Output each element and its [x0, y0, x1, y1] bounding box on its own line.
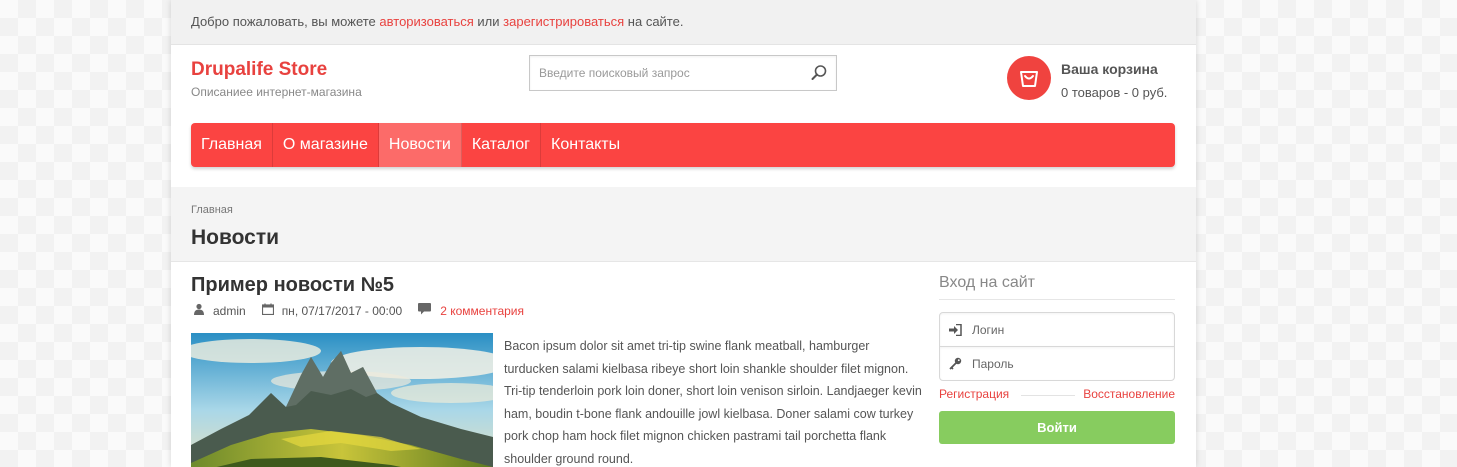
welcome-bar: Добро пожаловать, вы можете авторизовать…	[171, 0, 1196, 45]
login-block-title: Вход на сайт	[939, 274, 1175, 300]
username-field-wrapper	[939, 312, 1175, 347]
username-input[interactable]	[972, 313, 1168, 346]
news-date: пн, 07/17/2017 - 00:00	[281, 303, 403, 318]
basket-icon[interactable]	[1007, 56, 1051, 100]
site-slogan: Описаниее интернет-магазина	[191, 85, 362, 99]
search-icon[interactable]	[810, 64, 828, 82]
welcome-suffix-text: на сайте.	[624, 14, 684, 29]
news-title-link[interactable]: Пример новости №5	[191, 274, 394, 297]
registration-link[interactable]: Регистрация	[939, 387, 1009, 401]
page-container: Добро пожаловать, вы можете авторизовать…	[171, 0, 1196, 467]
password-restore-link[interactable]: Восстановление	[1083, 387, 1175, 401]
calendar-icon	[261, 303, 274, 318]
comments-link[interactable]: 2 комментария	[440, 304, 524, 318]
login-links-divider	[1021, 395, 1075, 396]
cart-title[interactable]: Ваша корзина	[1061, 61, 1158, 77]
page-title: Новости	[191, 226, 280, 249]
menu-item-about[interactable]: О магазине	[273, 123, 379, 167]
password-input[interactable]	[972, 347, 1168, 380]
register-link[interactable]: зарегистрироваться	[503, 14, 624, 29]
menu-item-catalog[interactable]: Каталог	[462, 123, 542, 167]
search-form	[529, 55, 837, 91]
site-header: Drupalife Store Описаниее интернет-магаз…	[171, 45, 1196, 123]
comment-icon	[418, 303, 432, 318]
welcome-or-text: или	[473, 14, 504, 29]
page-title-band: Главная Новости	[171, 187, 1196, 262]
site-name-link[interactable]: Drupalife Store	[191, 59, 327, 81]
key-icon	[949, 357, 962, 375]
welcome-text: Добро пожаловать, вы можете	[191, 14, 380, 29]
login-link[interactable]: авторизоваться	[379, 14, 473, 29]
menu-item-home[interactable]: Главная	[191, 123, 273, 167]
login-submit-button[interactable]: Войти	[939, 411, 1175, 444]
password-field-wrapper	[939, 346, 1175, 381]
sign-in-icon	[949, 323, 962, 341]
news-image[interactable]	[191, 333, 493, 467]
search-input[interactable]	[539, 56, 799, 90]
menu-item-contacts[interactable]: Контакты	[541, 123, 630, 167]
news-author[interactable]: admin	[213, 304, 246, 318]
news-meta: admin пн, 07/17/2017 - 00:00 2 комментар…	[193, 303, 524, 318]
login-block: Вход на сайт Регистрация	[939, 274, 1175, 444]
cart-summary: 0 товаров - 0 руб.	[1061, 85, 1168, 100]
main-menu: Главная О магазине Новости Каталог Конта…	[191, 123, 1175, 167]
news-teaser-text: Bacon ipsum dolor sit amet tri-tip swine…	[504, 339, 922, 466]
breadcrumb[interactable]: Главная	[191, 204, 233, 216]
menu-item-news[interactable]: Новости	[378, 123, 462, 167]
user-icon	[193, 303, 205, 318]
